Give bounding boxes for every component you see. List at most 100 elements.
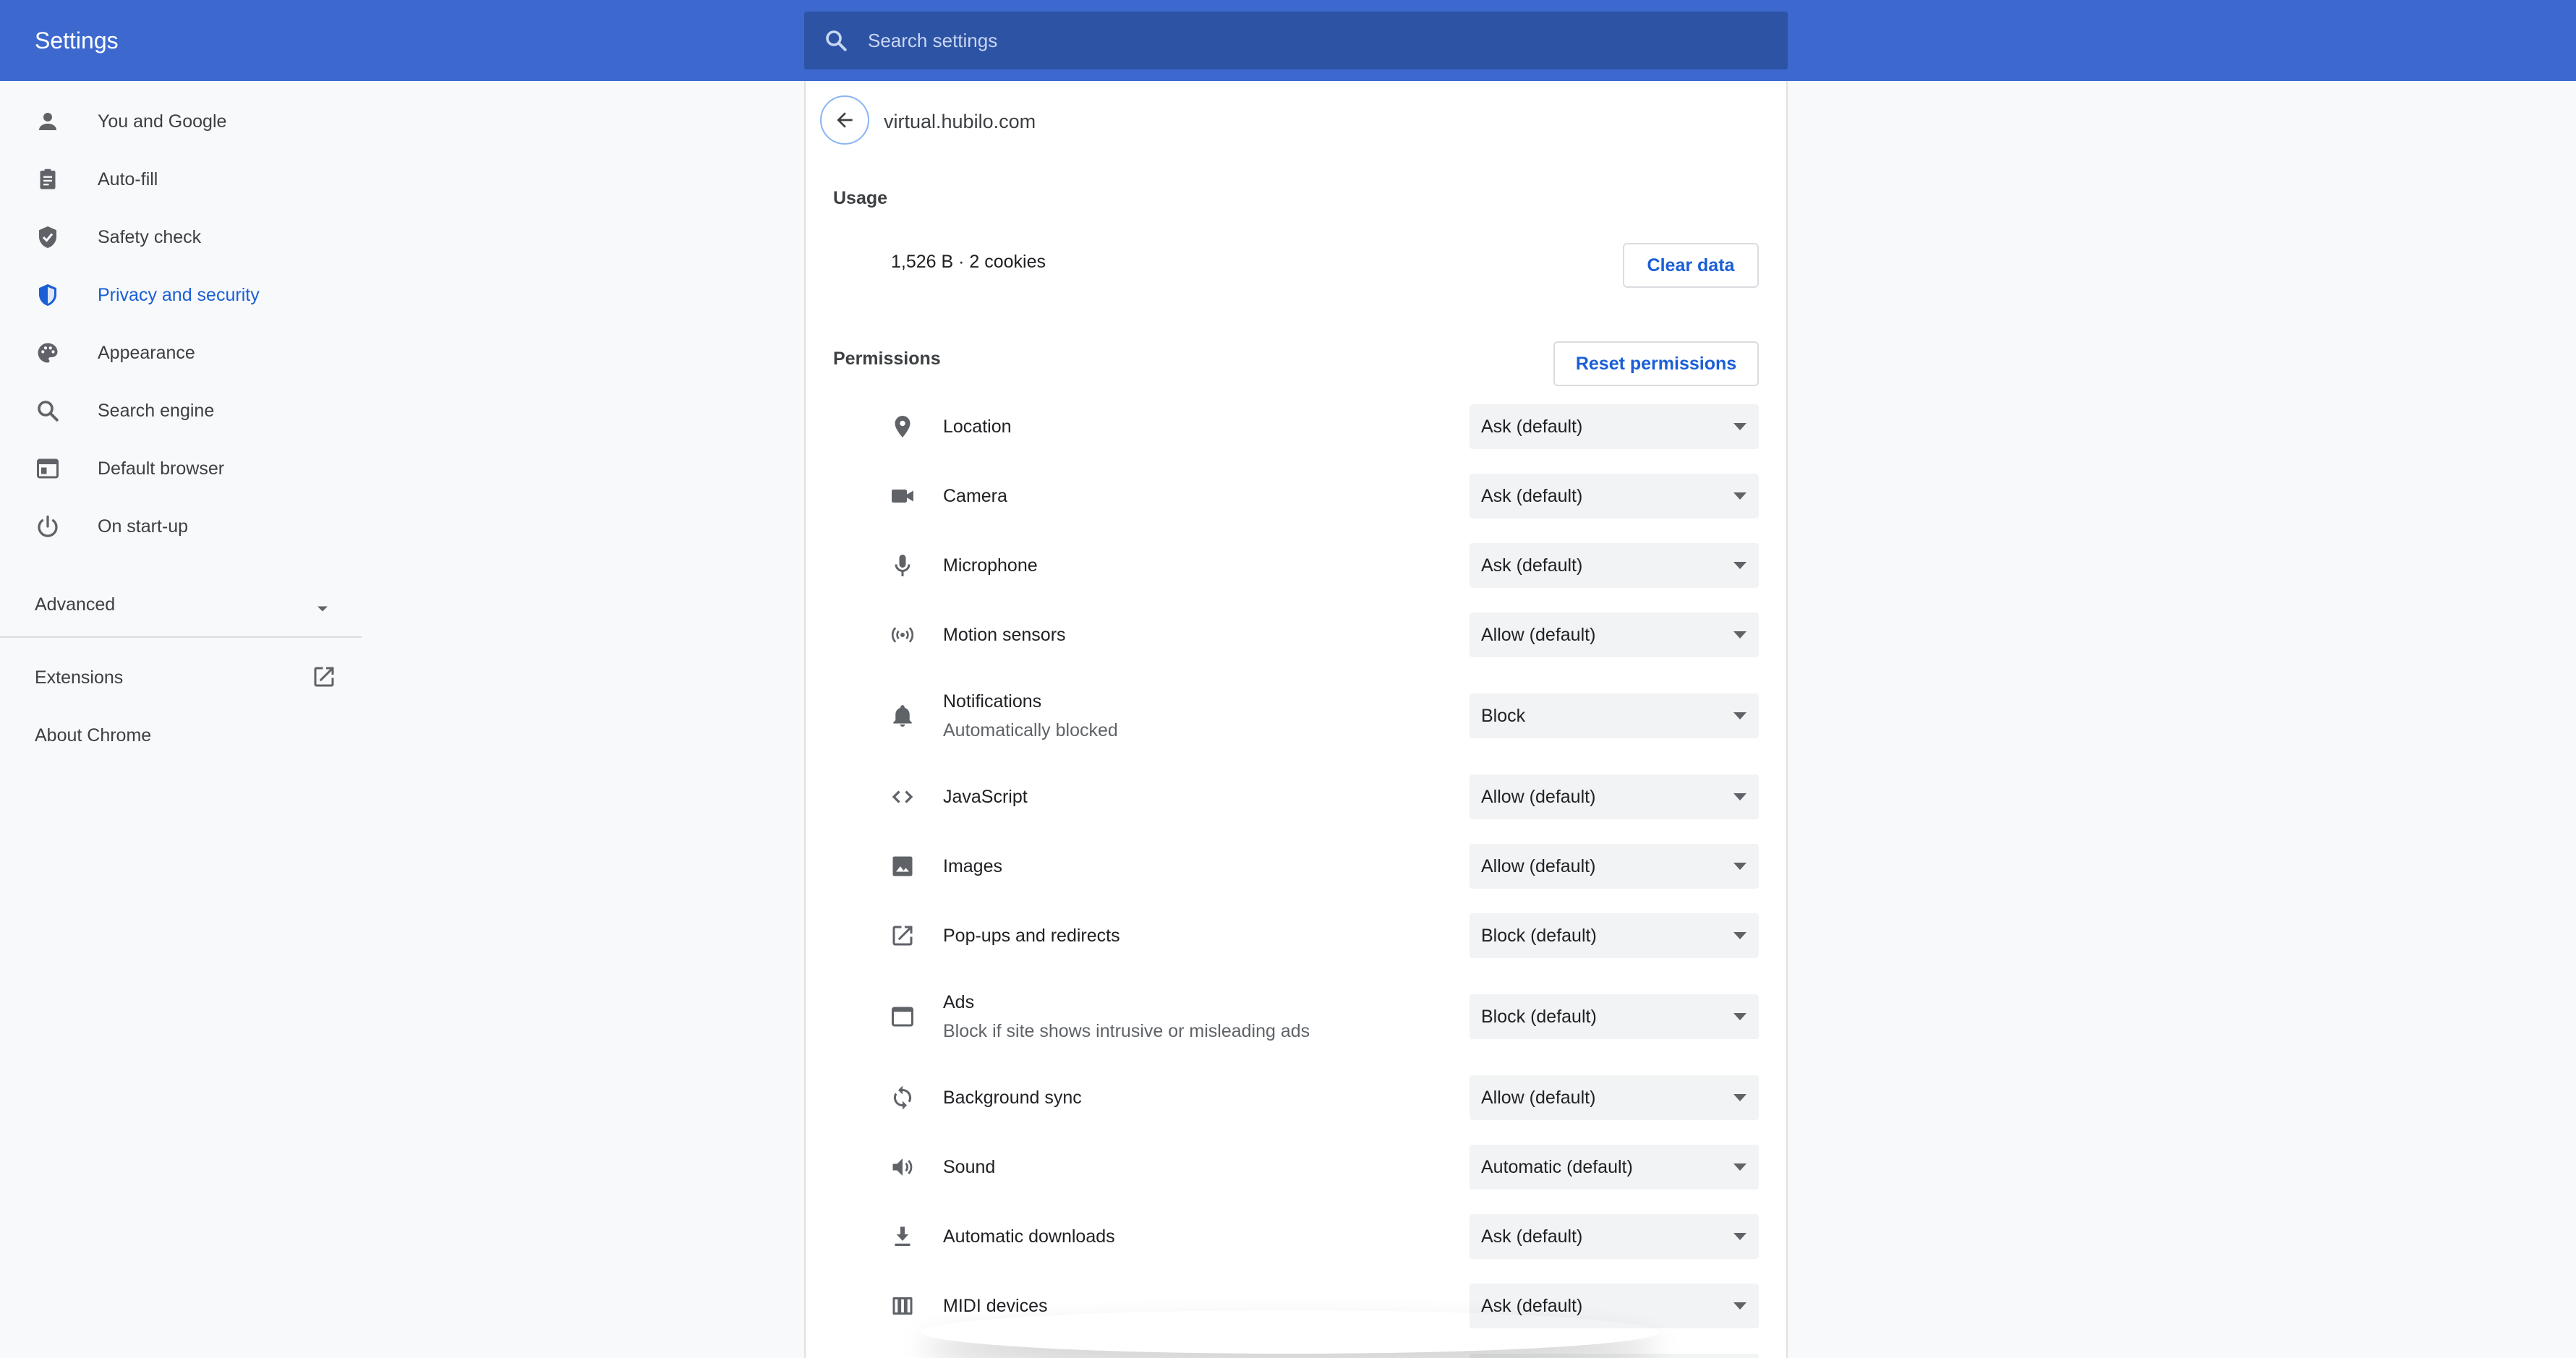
permission-value: Ask (default) <box>1481 555 1583 576</box>
sidebar-item-auto-fill[interactable]: Auto-fill <box>0 150 362 208</box>
browser-icon <box>37 458 59 479</box>
sidebar: You and Google Auto-fill Safety check Pr… <box>0 81 362 1358</box>
dropdown-arrow-icon <box>1733 1013 1747 1020</box>
dropdown-arrow-icon <box>1733 492 1747 500</box>
sidebar-item-on-start-up[interactable]: On start-up <box>0 497 362 555</box>
site-title: virtual.hubilo.com <box>884 111 1036 132</box>
dropdown-arrow-icon <box>1733 1233 1747 1240</box>
location-pin-icon <box>895 416 910 437</box>
advanced-label: Advanced <box>35 594 116 615</box>
dropdown-arrow-icon <box>1733 793 1747 800</box>
open-external-icon[interactable] <box>311 664 337 690</box>
clear-data-button[interactable]: Clear data <box>1623 243 1759 288</box>
sidebar-item-label: Auto-fill <box>98 169 158 189</box>
permission-label: Notifications <box>943 691 1042 712</box>
permission-select-images[interactable]: Allow (default) <box>1470 844 1759 889</box>
sidebar-item-label: Default browser <box>98 458 225 479</box>
dropdown-arrow-icon <box>1733 423 1747 430</box>
camera-icon <box>892 490 913 503</box>
dropdown-arrow-icon <box>1733 1094 1747 1101</box>
reset-permissions-button[interactable]: Reset permissions <box>1553 341 1759 386</box>
permission-label: Pop-ups and redirects <box>943 926 1120 946</box>
code-icon <box>892 790 913 803</box>
permission-select-background-sync[interactable]: Allow (default) <box>1470 1075 1759 1120</box>
permission-label: MIDI devices <box>943 1296 1048 1316</box>
ads-window-icon <box>892 1007 913 1027</box>
sidebar-item-label: Search engine <box>98 401 215 421</box>
open-external-icon <box>892 926 913 946</box>
arrow-back-icon <box>837 112 853 128</box>
motion-sensors-icon <box>891 627 914 643</box>
permission-select-pop-ups[interactable]: Block (default) <box>1470 913 1759 958</box>
site-details-card: virtual.hubilo.com Usage 1,526 B · 2 coo… <box>804 81 1788 1358</box>
sidebar-item-you-and-google[interactable]: You and Google <box>0 93 362 150</box>
search-icon[interactable] <box>823 27 849 54</box>
shield-check-icon <box>39 226 56 248</box>
piano-icon <box>892 1297 913 1315</box>
permission-label: Images <box>943 856 1002 876</box>
permission-label: Ads <box>943 992 975 1012</box>
sidebar-link-extensions[interactable]: Extensions <box>35 663 123 692</box>
dropdown-arrow-icon <box>1733 932 1747 939</box>
sidebar-item-appearance[interactable]: Appearance <box>0 324 362 382</box>
permission-value: Allow (default) <box>1481 856 1596 876</box>
dropdown-arrow-icon <box>1733 562 1747 569</box>
permission-select-javascript[interactable]: Allow (default) <box>1470 774 1759 819</box>
permission-sublabel: Block if site shows intrusive or mislead… <box>943 1021 1310 1041</box>
usage-summary: 1,526 B · 2 cookies <box>891 252 1046 272</box>
permission-label: Location <box>943 417 1012 437</box>
permission-label: Motion sensors <box>943 625 1066 645</box>
permission-label: JavaScript <box>943 787 1028 807</box>
sidebar-item-label: On start-up <box>98 516 189 537</box>
search-box[interactable] <box>804 12 1788 69</box>
sidebar-item-label: You and Google <box>98 111 227 132</box>
sidebar-divider <box>0 636 362 638</box>
microphone-icon <box>895 555 910 576</box>
dropdown-arrow-icon <box>1733 712 1747 719</box>
clipboard-icon <box>40 168 56 189</box>
permissions-section-title: Permissions <box>833 349 941 369</box>
permission-select-ads[interactable]: Block (default) <box>1470 994 1759 1039</box>
permission-value: Ask (default) <box>1481 417 1583 437</box>
scroll-shadow <box>921 1310 1659 1354</box>
permission-select-next[interactable] <box>1470 1354 1759 1358</box>
permission-select-location[interactable]: Ask (default) <box>1470 404 1759 449</box>
permission-value: Block <box>1481 706 1526 726</box>
speaker-icon <box>892 1158 913 1176</box>
dropdown-arrow-icon <box>1733 631 1747 639</box>
top-bar: Settings <box>0 0 2576 81</box>
back-button[interactable] <box>820 95 869 145</box>
usage-section-title: Usage <box>833 188 888 208</box>
bell-icon <box>893 705 912 727</box>
permission-value: Block (default) <box>1481 926 1597 946</box>
download-icon <box>895 1226 910 1247</box>
permission-select-camera[interactable]: Ask (default) <box>1470 474 1759 518</box>
search-input[interactable] <box>868 12 1765 69</box>
shield-icon <box>39 284 56 306</box>
permission-label: Sound <box>943 1157 996 1177</box>
sidebar-item-safety-check[interactable]: Safety check <box>0 208 362 266</box>
permission-select-notifications[interactable]: Block <box>1470 693 1759 738</box>
sidebar-item-search-engine[interactable]: Search engine <box>0 382 362 440</box>
sidebar-link-about-chrome[interactable]: About Chrome <box>35 721 151 750</box>
sidebar-item-label: Privacy and security <box>98 285 260 305</box>
permission-label: Microphone <box>943 555 1038 576</box>
dropdown-arrow-icon <box>1733 863 1747 870</box>
permission-label: Automatic downloads <box>943 1226 1115 1247</box>
permission-label: Background sync <box>943 1088 1082 1108</box>
permission-select-automatic-downloads[interactable]: Ask (default) <box>1470 1214 1759 1259</box>
dropdown-arrow-icon <box>1733 1302 1747 1310</box>
chevron-down-icon <box>317 606 328 612</box>
image-icon <box>892 856 913 876</box>
sidebar-item-label: Appearance <box>98 343 195 363</box>
person-icon <box>39 113 56 130</box>
permission-select-sound[interactable]: Automatic (default) <box>1470 1145 1759 1190</box>
dropdown-arrow-icon <box>1733 1163 1747 1171</box>
permission-value: Block (default) <box>1481 1007 1597 1027</box>
palette-icon <box>38 343 58 363</box>
sidebar-item-privacy-and-security[interactable]: Privacy and security <box>0 266 362 324</box>
permission-value: Allow (default) <box>1481 1088 1596 1108</box>
sidebar-item-default-browser[interactable]: Default browser <box>0 440 362 497</box>
permission-select-microphone[interactable]: Ask (default) <box>1470 543 1759 588</box>
permission-select-motion-sensors[interactable]: Allow (default) <box>1470 612 1759 657</box>
